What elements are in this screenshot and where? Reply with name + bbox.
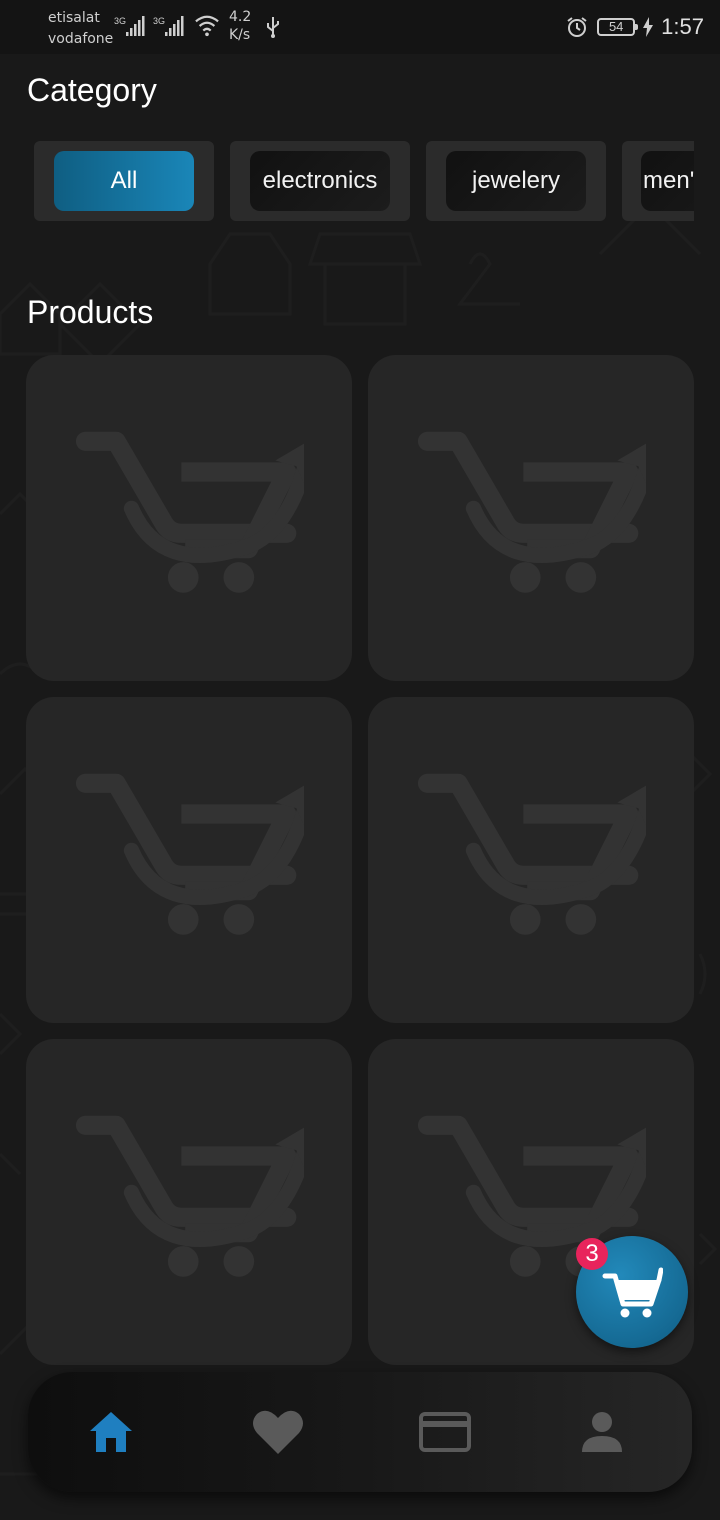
cart-arrow-placeholder-icon — [416, 770, 646, 950]
carrier-names: etisalat vodafone — [48, 8, 113, 50]
nav-home[interactable] — [81, 1402, 141, 1462]
network-type-1: 3G — [114, 16, 126, 26]
product-card[interactable] — [26, 355, 352, 681]
category-title: Category — [27, 72, 157, 108]
wifi-icon — [195, 15, 219, 37]
category-chip-mens[interactable]: men' — [622, 141, 694, 221]
product-card[interactable] — [368, 355, 694, 681]
category-chip-label: jewelery — [446, 151, 586, 211]
category-chip-label: All — [54, 151, 194, 211]
battery-level: 54 — [608, 19, 624, 34]
status-time: 1:57 — [661, 14, 704, 39]
category-chip-all[interactable]: All — [34, 141, 214, 221]
signal-bars-icon: 3G — [114, 16, 145, 36]
cart-arrow-placeholder-icon — [74, 770, 304, 950]
product-card[interactable] — [26, 697, 352, 1023]
product-card[interactable] — [26, 1039, 352, 1365]
cart-arrow-placeholder-icon — [74, 428, 304, 608]
speed-unit: K/s — [229, 27, 251, 43]
nav-favorites[interactable] — [248, 1402, 308, 1462]
credit-card-icon — [419, 1412, 471, 1452]
cart-badge: 3 — [576, 1238, 608, 1270]
category-chip-jewelery[interactable]: jewelery — [426, 141, 606, 221]
status-bar: etisalat vodafone 3G 3G 4.2 K/s 54 1:57 — [0, 0, 720, 54]
products-title: Products — [27, 294, 154, 330]
carrier-1: etisalat — [48, 10, 100, 26]
cart-arrow-placeholder-icon — [416, 428, 646, 608]
heart-icon — [253, 1410, 303, 1454]
signal-bars-icon: 3G — [153, 16, 184, 36]
category-chip-electronics[interactable]: electronics — [230, 141, 410, 221]
battery-icon: 54 — [597, 18, 639, 36]
nav-payments[interactable] — [415, 1402, 475, 1462]
cart-arrow-placeholder-icon — [74, 1112, 304, 1292]
status-right-group: 54 1:57 — [565, 12, 704, 42]
person-icon — [582, 1412, 622, 1452]
usb-icon — [267, 17, 279, 38]
network-type-2: 3G — [153, 16, 165, 26]
shopping-cart-icon — [602, 1267, 663, 1318]
home-icon — [90, 1412, 132, 1452]
nav-profile[interactable] — [572, 1402, 632, 1462]
category-chip-list[interactable]: All electronics jewelery men' — [34, 141, 694, 221]
speed-value: 4.2 — [229, 9, 252, 25]
category-chip-label: electronics — [250, 151, 390, 211]
alarm-icon — [567, 17, 587, 37]
category-chip-label: men' — [641, 151, 694, 211]
bottom-navigation-bar — [28, 1372, 692, 1492]
app-screen: etisalat vodafone 3G 3G 4.2 K/s 54 1:57 … — [0, 0, 720, 1520]
charging-bolt-icon — [643, 17, 654, 37]
product-card[interactable] — [368, 697, 694, 1023]
carrier-2: vodafone — [48, 31, 114, 47]
network-speed: 4.2 K/s — [229, 8, 251, 44]
